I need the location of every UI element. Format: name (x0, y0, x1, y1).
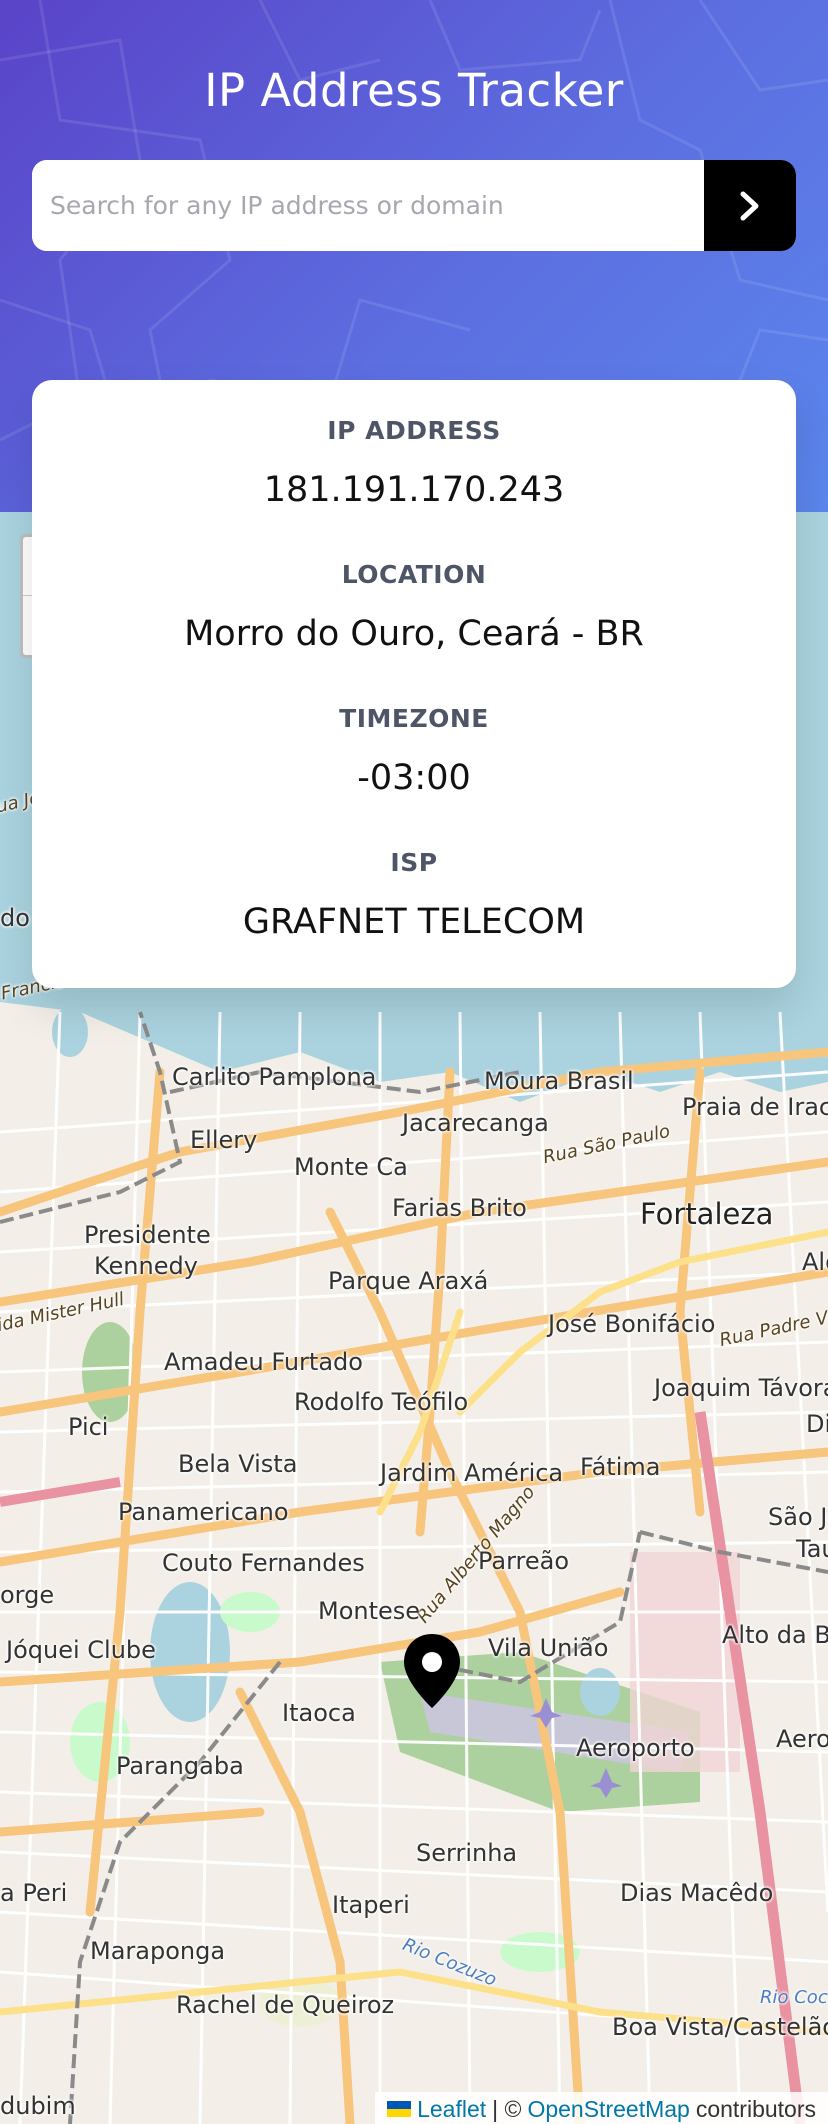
map-label: Parangaba (116, 1752, 244, 1780)
map-label: Di (806, 1410, 828, 1438)
map-label: Praia de Irace (682, 1093, 828, 1121)
ukraine-flag-icon (387, 2101, 412, 2117)
map-label: Vila União (488, 1634, 609, 1662)
timezone-label: TIMEZONE (339, 704, 489, 733)
ip-address-label: IP ADDRESS (327, 416, 501, 445)
map-label: Maraponga (90, 1937, 226, 1965)
leaflet-link[interactable]: Leaflet (417, 2096, 486, 2123)
location-label: LOCATION (341, 560, 487, 589)
page-title: IP Address Tracker (204, 64, 624, 117)
map-label: Fátima (580, 1453, 661, 1481)
map-label: Jacarecanga (402, 1109, 549, 1137)
attribution-contributors: contributors (695, 2095, 816, 2122)
openstreetmap-link[interactable]: OpenStreetMap (527, 2096, 689, 2123)
map-label: Tau (796, 1535, 828, 1563)
map-label: Monte Ca (294, 1153, 408, 1181)
ip-info-card: IP ADDRESS 181.191.170.243 LOCATION Morr… (32, 380, 796, 988)
timezone-value: -03:00 (357, 758, 471, 798)
isp-label: ISP (390, 848, 438, 877)
map-label: orge (0, 1581, 55, 1609)
search-bar (32, 160, 796, 251)
map-label: Bela Vista (178, 1450, 298, 1478)
map-label: Fortaleza (640, 1197, 774, 1231)
location-value: Morro do Ouro, Ceará - BR (184, 614, 644, 654)
map-label: a Peri (0, 1879, 68, 1907)
map-label: Carlito Pamplona (172, 1063, 377, 1091)
map-label: Pici (68, 1413, 109, 1441)
attribution-separator: | © (492, 2095, 522, 2122)
map-label: Farias Brito (392, 1194, 527, 1222)
map-label: Ellery (190, 1126, 258, 1154)
map-label: Panamericano (118, 1498, 289, 1526)
map-label: Presidente (84, 1221, 211, 1249)
search-submit-button[interactable] (704, 160, 796, 251)
map-label: Rio Cocó (760, 1987, 828, 2008)
map-attribution: Leaflet | © OpenStreetMap contributors (375, 2092, 828, 2124)
map-label: Parreão (478, 1547, 570, 1575)
map-label: do (0, 904, 30, 932)
map-label: Amadeu Furtado (164, 1348, 363, 1376)
map-label: Dias Macêdo (620, 1879, 774, 1907)
map-label: Itaperi (332, 1891, 410, 1919)
map-label: Serrinha (416, 1839, 518, 1867)
map-label: Boa Vista/Castelão (612, 2013, 828, 2041)
map-label: dubim (0, 2092, 76, 2120)
location-pin-icon[interactable] (402, 1632, 462, 1710)
map-label: Aerolân (776, 1725, 828, 1753)
map-label: Alo (802, 1248, 828, 1276)
map-label: Montese (318, 1597, 421, 1625)
isp-value: GRAFNET TELECOM (242, 902, 586, 942)
map-label: Itaoca (282, 1699, 356, 1727)
map-label: Joaquim Távora (654, 1374, 828, 1402)
map-label: Alto da Ba (722, 1621, 828, 1649)
map-label: Rachel de Queiroz (176, 1991, 395, 2019)
map-label: José Bonifácio (548, 1310, 716, 1338)
map-label: Parque Araxá (328, 1267, 489, 1295)
map-label: Rodolfo Teófilo (294, 1388, 469, 1416)
map-label: Kennedy (94, 1252, 198, 1280)
map-label: Aeroporto (576, 1734, 695, 1762)
map-label: Moura Brasil (484, 1067, 634, 1095)
map-label: Jardim América (380, 1459, 564, 1487)
chevron-right-icon (740, 191, 759, 220)
ip-address-value: 181.191.170.243 (263, 470, 565, 510)
search-input[interactable] (32, 160, 704, 251)
map-label: São Jo (768, 1503, 828, 1531)
map-label: Couto Fernandes (162, 1549, 365, 1577)
map-label: Jóquei Clube (6, 1636, 156, 1664)
